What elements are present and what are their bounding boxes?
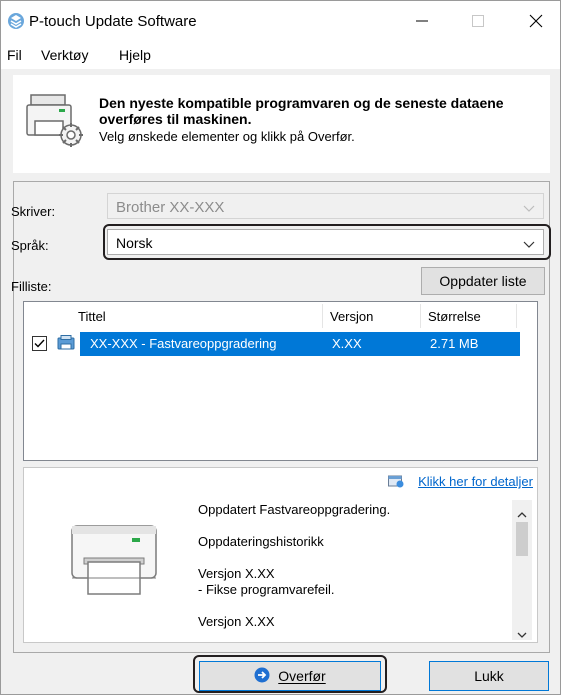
minimize-icon[interactable] — [399, 1, 445, 41]
printer-label: Skriver: — [11, 204, 56, 219]
column-divider — [322, 304, 323, 328]
language-label: Språk: — [11, 238, 49, 253]
menu-file[interactable]: Fil — [7, 47, 22, 63]
window-title: P-touch Update Software — [29, 13, 197, 30]
file-list-header: Tittel Versjon Størrelse — [24, 302, 537, 330]
refresh-list-button[interactable]: Oppdater liste — [421, 267, 545, 295]
printer-illustration — [66, 520, 162, 601]
printer-select-value: Brother XX-XXX — [116, 199, 225, 216]
scroll-thumb[interactable] — [516, 522, 528, 556]
details-text: Oppdatert Fastvareoppgradering. Oppdater… — [198, 502, 504, 640]
close-icon[interactable] — [513, 1, 559, 41]
details-panel: Klikk her for detaljer Oppdatert Fastvar… — [23, 467, 538, 643]
title-bar[interactable]: P-touch Update Software — [1, 1, 560, 41]
header-title: Den nyeste kompatible programvaren og de… — [99, 95, 504, 127]
menu-tools[interactable]: Verktøy — [41, 47, 88, 63]
row-title: XX-XXX - Fastvareoppgradering — [90, 336, 277, 351]
column-divider — [420, 304, 421, 328]
chevron-down-icon — [523, 201, 535, 216]
file-list[interactable]: Tittel Versjon Størrelse XX-XXX - Fastva… — [23, 301, 538, 461]
scroll-down-icon[interactable] — [517, 626, 527, 641]
header-subtitle: Velg ønskede elementer og klikk på Overf… — [99, 129, 355, 144]
maximize-icon[interactable] — [455, 1, 501, 41]
details-link-icon — [388, 474, 404, 491]
detail-line: - Fikse programvarefeil. — [198, 582, 335, 597]
ptouch-app-icon — [7, 12, 25, 30]
detail-line: Versjon X.XX — [198, 566, 275, 581]
language-highlight-frame — [103, 224, 551, 260]
filelist-label: Filliste: — [11, 279, 52, 294]
header-banner: Den nyeste kompatible programvaren og de… — [13, 75, 550, 173]
transfer-highlight-frame — [193, 655, 387, 693]
menu-bar: Fil Verktøy Hjelp — [1, 41, 560, 69]
close-button[interactable]: Lukk — [429, 661, 549, 691]
update-window: P-touch Update Software Fil Verktøy Hjel… — [0, 0, 561, 695]
file-checkbox[interactable] — [32, 336, 47, 351]
detail-line: Oppdatert Fastvareoppgradering. — [198, 502, 391, 517]
menu-help[interactable]: Hjelp — [119, 47, 151, 63]
printer-settings-icon — [25, 89, 87, 154]
details-scrollbar[interactable] — [512, 500, 532, 640]
column-title[interactable]: Tittel — [78, 309, 106, 324]
detail-line: Oppdateringshistorikk — [198, 534, 324, 549]
column-divider — [516, 304, 517, 328]
details-link[interactable]: Klikk her for detaljer — [418, 474, 533, 489]
column-version[interactable]: Versjon — [330, 309, 373, 324]
printer-select: Brother XX-XXX — [107, 193, 544, 219]
row-size: 2.71 MB — [430, 336, 479, 351]
firmware-file-icon — [57, 335, 75, 354]
table-row[interactable]: XX-XXX - Fastvareoppgradering X.XX 2.71 … — [80, 332, 520, 356]
detail-line: Versjon X.XX — [198, 614, 275, 629]
row-version: X.XX — [332, 336, 362, 351]
scroll-up-icon[interactable] — [517, 506, 527, 521]
column-size[interactable]: Størrelse — [428, 309, 481, 324]
